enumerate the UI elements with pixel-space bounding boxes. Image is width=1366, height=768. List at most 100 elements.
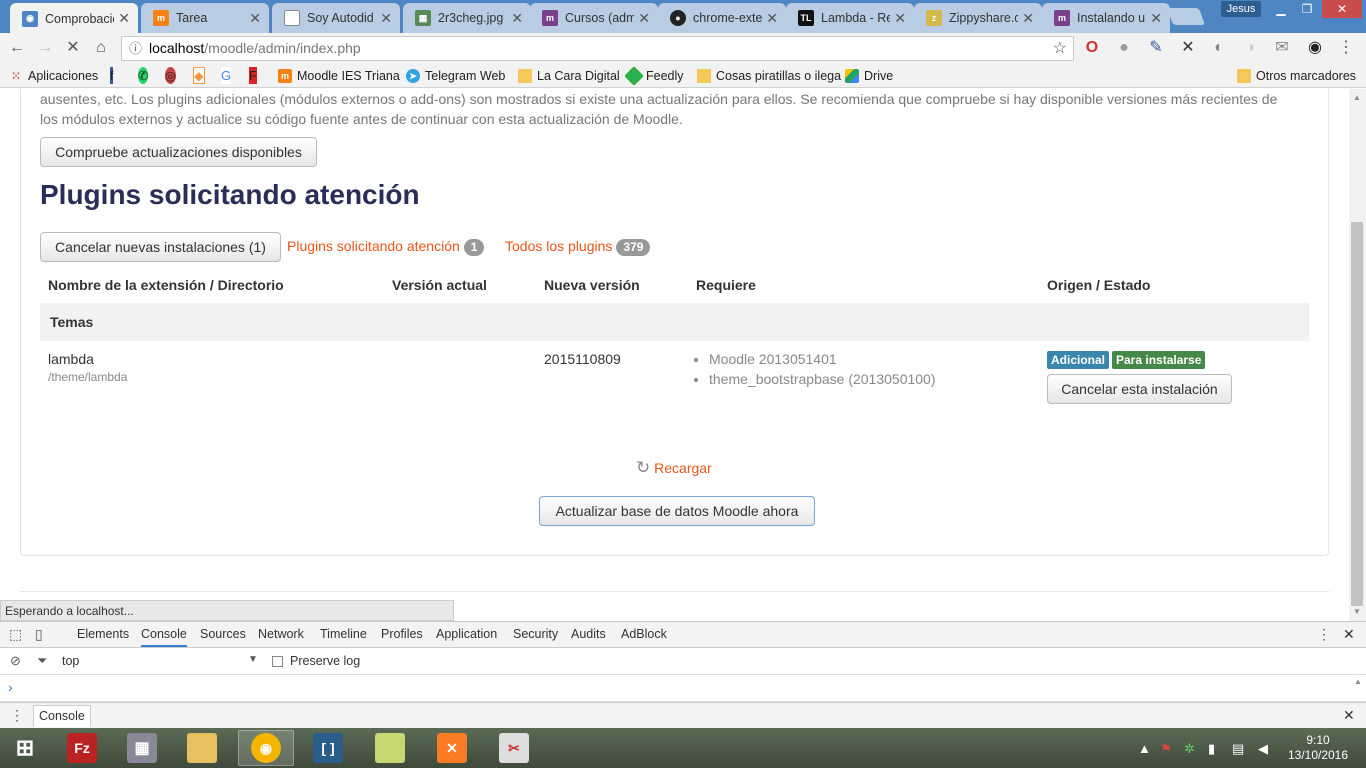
- close-icon[interactable]: ✕: [1150, 10, 1162, 27]
- device-icon[interactable]: ▯: [35, 626, 43, 643]
- console-input[interactable]: › ▲: [0, 675, 1366, 702]
- taskbar-filezilla[interactable]: Fz: [54, 730, 110, 766]
- extension-icon[interactable]: ●: [1114, 38, 1134, 58]
- more-icon[interactable]: ⋮: [1317, 626, 1331, 643]
- tab-tarea[interactable]: m Tarea ✕: [141, 3, 269, 33]
- taskbar-xampp[interactable]: ✕: [424, 730, 480, 766]
- tab-zippyshare[interactable]: z Zippyshare.c ✕: [914, 3, 1042, 33]
- devtools-tab-network[interactable]: Network: [258, 627, 304, 641]
- flash-icon[interactable]: F: [249, 67, 257, 84]
- bookmark-apps[interactable]: ⁙ Aplicaciones: [9, 67, 98, 84]
- bookmark-cosas-piratillas[interactable]: Cosas piratillas o ilega: [697, 67, 841, 84]
- close-devtools-icon[interactable]: ✕: [1343, 626, 1355, 643]
- taskbar-clock[interactable]: 9:10 13/10/2016: [1286, 733, 1350, 763]
- dropper-icon[interactable]: ✎: [1146, 38, 1166, 58]
- address-bar[interactable]: ⓘ localhost/moodle/admin/index.php ☆: [121, 36, 1074, 61]
- bookmark-la-cara-digital[interactable]: La Cara Digital: [518, 67, 620, 84]
- close-icon[interactable]: ✕: [380, 10, 392, 27]
- clear-console-icon[interactable]: ⊘: [10, 653, 21, 669]
- bookmark-feedly[interactable]: Feedly: [624, 65, 684, 86]
- taskbar-explorer[interactable]: [174, 730, 230, 766]
- taskbar-brackets[interactable]: [ ]: [300, 730, 356, 766]
- tab-chrome-extension[interactable]: ● chrome-exte ✕: [658, 3, 786, 33]
- taskbar-chrome[interactable]: ◉: [238, 730, 294, 766]
- close-drawer-icon[interactable]: ✕: [1343, 707, 1355, 724]
- preserve-log-checkbox[interactable]: [272, 656, 283, 667]
- git-icon[interactable]: ◆: [193, 67, 205, 84]
- devtools-tab-audits[interactable]: Audits: [571, 627, 606, 641]
- minimize-icon[interactable]: ▁: [1268, 0, 1294, 18]
- devtools-tab-console[interactable]: Console: [141, 627, 187, 647]
- tray-alert-icon[interactable]: ⚑: [1160, 741, 1172, 757]
- reload-link[interactable]: ↻ Recargar: [636, 458, 712, 478]
- inspect-icon[interactable]: ⬚: [9, 626, 22, 643]
- filter-icon[interactable]: ⏷: [37, 653, 47, 669]
- close-icon[interactable]: ✕: [118, 10, 130, 27]
- context-select[interactable]: top: [62, 654, 79, 668]
- taskbar-snipping[interactable]: ✂: [486, 730, 542, 766]
- tray-volume-icon[interactable]: ◀: [1258, 741, 1268, 757]
- vpn-icon[interactable]: ◐: [1209, 38, 1229, 58]
- devtools-tab-profiles[interactable]: Profiles: [381, 627, 423, 641]
- stop-icon[interactable]: ✕: [63, 38, 83, 58]
- bookmark-icon[interactable]: ◎: [165, 67, 176, 84]
- tab-soy-autodidacta[interactable]: Soy Autodid ✕: [272, 3, 400, 33]
- facebook-icon[interactable]: f: [110, 67, 114, 84]
- page-scrollbar[interactable]: ▲ ▼: [1349, 89, 1366, 621]
- taskbar-notes[interactable]: [362, 730, 418, 766]
- restore-icon[interactable]: ❐: [1294, 0, 1320, 18]
- close-icon[interactable]: ✕: [766, 10, 778, 27]
- tab-comprobacion[interactable]: ◉ Comprobación ✕: [10, 3, 138, 34]
- extension-icon[interactable]: ◑: [1240, 38, 1260, 58]
- profile-button[interactable]: Jesus: [1221, 1, 1261, 17]
- x-extension-icon[interactable]: ✕: [1178, 38, 1198, 58]
- drawer-menu-icon[interactable]: ⋮: [10, 707, 24, 724]
- devtools-tab-elements[interactable]: Elements: [77, 627, 129, 641]
- devtools-tab-adblock[interactable]: AdBlock: [621, 627, 667, 641]
- devtools-tab-application[interactable]: Application: [436, 627, 497, 641]
- bookmark-other[interactable]: Otros marcadores: [1237, 67, 1356, 84]
- taskbar-calculator[interactable]: ▦: [114, 730, 170, 766]
- close-icon[interactable]: ✕: [511, 10, 523, 27]
- back-icon[interactable]: ←: [7, 38, 27, 58]
- star-icon[interactable]: ☆: [1053, 37, 1067, 60]
- tab-image[interactable]: ▦ 2r3cheg.jpg ✕: [403, 3, 531, 33]
- devtools-tab-security[interactable]: Security: [513, 627, 558, 641]
- tray-network-icon[interactable]: ▤: [1232, 741, 1244, 757]
- filter-all-link[interactable]: Todos los plugins 379: [505, 238, 651, 256]
- tray-sync-icon[interactable]: ✲: [1184, 741, 1195, 757]
- start-button[interactable]: ⊞: [0, 730, 50, 766]
- drawer-tab-console[interactable]: Console: [33, 705, 91, 727]
- extension-icon[interactable]: ◉: [1305, 38, 1325, 58]
- devtools-tab-timeline[interactable]: Timeline: [320, 627, 367, 641]
- check-updates-button[interactable]: Compruebe actualizaciones disponibles: [40, 137, 317, 167]
- cancel-install-button[interactable]: Cancelar esta instalación: [1047, 374, 1232, 404]
- tray-expand-icon[interactable]: ▲: [1138, 741, 1151, 756]
- scroll-up-icon[interactable]: ▲: [1353, 93, 1361, 102]
- google-icon[interactable]: G: [221, 67, 232, 84]
- devtools-tab-sources[interactable]: Sources: [200, 627, 246, 641]
- new-tab-button[interactable]: [1166, 8, 1206, 25]
- chevron-down-icon[interactable]: ▼: [248, 654, 258, 665]
- tab-instalando[interactable]: m Instalando u ✕: [1042, 3, 1170, 33]
- filter-attention-link[interactable]: Plugins solicitando atención 1: [287, 238, 485, 256]
- scrollbar-thumb[interactable]: [1351, 222, 1363, 606]
- bookmark-moodle-ies-triana[interactable]: m Moodle IES Triana: [278, 67, 400, 84]
- close-icon[interactable]: ✕: [638, 10, 650, 27]
- cancel-new-installs-button[interactable]: Cancelar nuevas instalaciones (1): [40, 232, 281, 262]
- mail-icon[interactable]: ✉: [1272, 38, 1292, 58]
- close-icon[interactable]: ✕: [894, 10, 906, 27]
- tab-lambda[interactable]: TL Lambda - Re ✕: [786, 3, 914, 33]
- scroll-down-icon[interactable]: ▼: [1353, 607, 1361, 616]
- menu-icon[interactable]: ⋮: [1336, 38, 1356, 58]
- bookmark-drive[interactable]: Drive: [845, 67, 893, 84]
- close-icon[interactable]: ✕: [249, 10, 261, 27]
- scroll-up-icon[interactable]: ▲: [1354, 677, 1362, 686]
- bookmark-telegram-web[interactable]: ➤ Telegram Web: [406, 67, 505, 84]
- opera-icon[interactable]: O: [1082, 38, 1102, 58]
- tray-device-icon[interactable]: ▮: [1208, 741, 1215, 757]
- upgrade-database-button[interactable]: Actualizar base de datos Moodle ahora: [539, 496, 815, 526]
- tab-cursos[interactable]: m Cursos (adm ✕: [530, 3, 658, 33]
- whatsapp-icon[interactable]: ✆: [138, 67, 149, 84]
- home-icon[interactable]: ⌂: [91, 38, 111, 58]
